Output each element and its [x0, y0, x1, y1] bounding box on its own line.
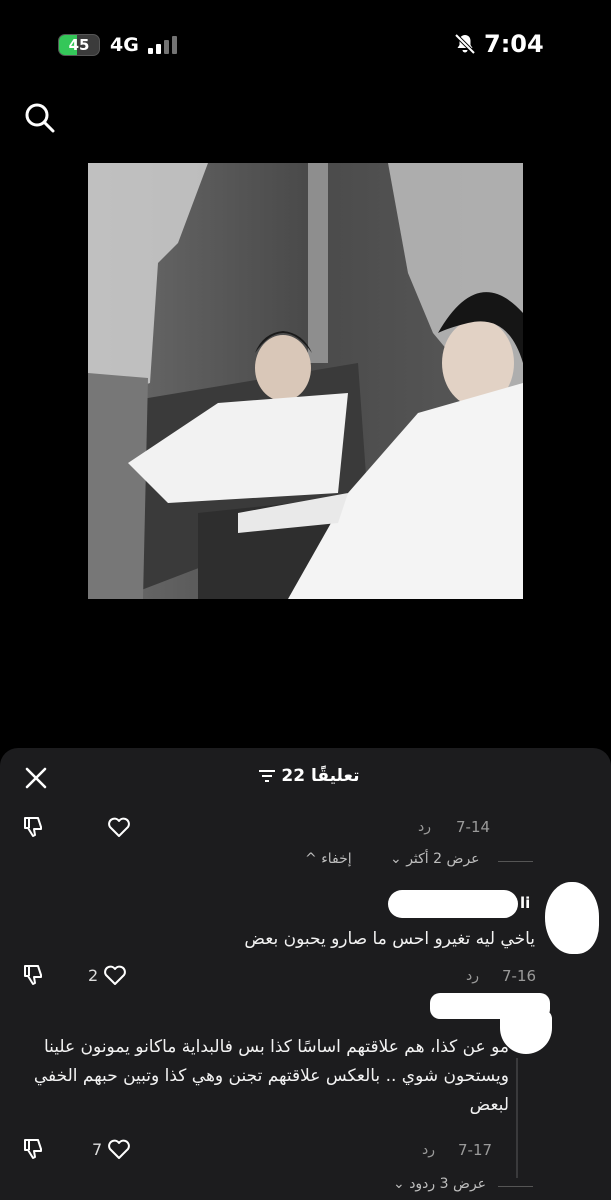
battery-level: 45 — [68, 36, 90, 54]
reply-button[interactable]: رد — [466, 968, 479, 984]
comment-date: 7-16 — [502, 967, 537, 985]
like-count: 7 — [92, 1140, 103, 1159]
filter-icon[interactable] — [258, 769, 276, 783]
bell-slash-icon — [454, 33, 476, 55]
view-more-replies-button[interactable]: عرض 2 أكثر ⌄ — [390, 851, 480, 867]
like-count: 2 — [88, 966, 99, 985]
comment-actions-row: 7 رد 7-17 — [0, 1136, 611, 1166]
network-type: 4G — [110, 34, 139, 56]
avatar[interactable] — [545, 882, 599, 954]
signal-strength-icon — [148, 36, 180, 54]
comments-count: 22 تعليقًا — [281, 766, 360, 786]
comment-text: ياخي ليه تغيرو احس ما صارو يحبون بعض — [244, 929, 535, 949]
divider — [498, 861, 533, 862]
clock: 7:04 — [484, 30, 544, 58]
search-icon[interactable] — [22, 100, 56, 134]
comment-actions-row: رد 7-14 — [0, 814, 611, 844]
hide-replies-button[interactable]: إخفاء ^ — [305, 851, 352, 867]
heart-icon[interactable] — [106, 814, 132, 840]
battery-indicator: 45 — [58, 34, 100, 56]
username-tail: li — [520, 894, 531, 912]
heart-icon[interactable] — [102, 962, 128, 988]
comments-header: 22 تعليقًا — [0, 766, 611, 786]
comment-actions-row: 2 رد 7-16 — [0, 962, 611, 992]
video-frame[interactable] — [88, 163, 523, 599]
username[interactable] — [388, 890, 518, 918]
heart-icon[interactable] — [106, 1136, 132, 1162]
comment-text: مو عن كذا، هم علاقتهم اساسًا كذا بس فالب… — [33, 1037, 509, 1115]
status-bar: 45 4G 7:04 — [0, 0, 611, 90]
comment-date: 7-17 — [458, 1141, 493, 1159]
thumbs-down-icon[interactable] — [22, 1136, 48, 1162]
divider — [498, 1186, 533, 1187]
comment-date: 7-14 — [456, 818, 491, 836]
thumbs-down-icon[interactable] — [22, 814, 48, 840]
comments-sheet: 22 تعليقًا رد 7-14 إخفاء ^ عرض 2 أكثر ⌄ … — [0, 748, 611, 1200]
reply-button[interactable]: رد — [422, 1142, 435, 1158]
reply-button[interactable]: رد — [418, 819, 431, 835]
thumbs-down-icon[interactable] — [22, 962, 48, 988]
view-replies-button[interactable]: عرض 3 ردود ⌄ — [393, 1176, 486, 1192]
